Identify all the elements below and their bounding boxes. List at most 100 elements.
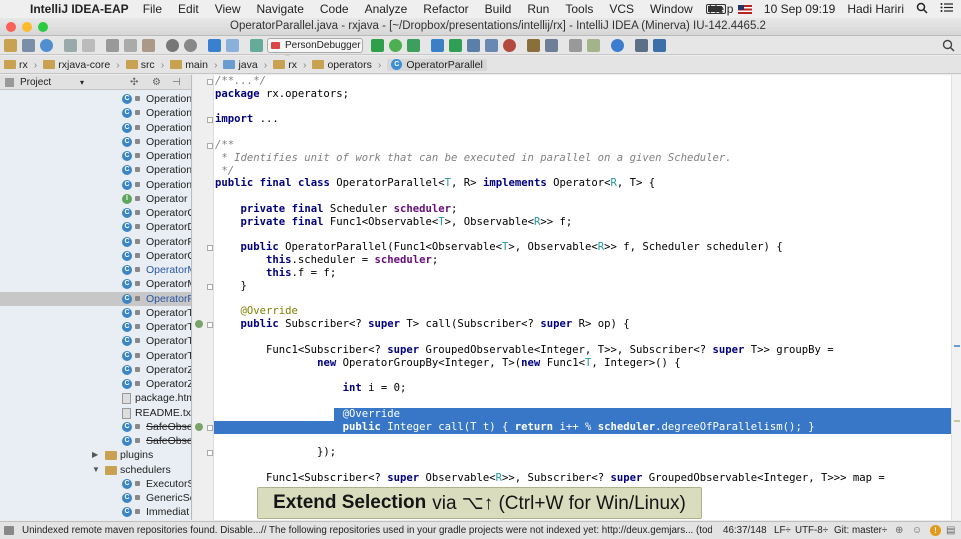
minimize-window-button[interactable] <box>22 22 32 32</box>
paste-icon[interactable] <box>142 39 155 52</box>
code-line[interactable]: public OperatorParallel(Func1<Observable… <box>215 241 783 254</box>
project-tree-item[interactable]: C OperatorM <box>0 277 191 291</box>
menu-analyze[interactable]: Analyze <box>365 2 408 16</box>
menu-edit[interactable]: Edit <box>178 2 199 16</box>
code-line[interactable]: public Integer call(T t) { return i++ % … <box>215 421 815 434</box>
project-tree-item[interactable]: ▼ schedulers <box>0 463 191 477</box>
run-configuration-select[interactable]: PersonDebugger ▾ <box>267 38 363 64</box>
menu-run[interactable]: Run <box>527 2 549 16</box>
breadcrumb-rxjava-core[interactable]: rxjava-core <box>43 59 110 71</box>
fold-marker-icon[interactable] <box>207 283 213 290</box>
menu-view[interactable]: View <box>215 2 241 16</box>
code-line[interactable]: this.f = f; <box>215 267 336 280</box>
zoom-window-button[interactable] <box>38 22 48 32</box>
override-marker-icon[interactable] <box>195 422 203 431</box>
project-tree-item[interactable]: C OperatorZ <box>0 377 191 391</box>
code-line[interactable]: int i = 0; <box>215 382 407 395</box>
status-message[interactable]: Unindexed remote maven repositories foun… <box>22 522 712 539</box>
project-tree-item[interactable]: C OperatorZ <box>0 363 191 377</box>
caret-position[interactable]: 46:37/148 <box>723 522 767 539</box>
expand-arrow-icon[interactable]: ▼ <box>92 463 100 477</box>
help-icon[interactable] <box>611 39 624 52</box>
find-icon[interactable] <box>166 39 179 52</box>
fold-marker-icon[interactable] <box>207 143 213 149</box>
lock-icon[interactable]: ⊕ <box>895 522 903 539</box>
app-menu[interactable]: IntelliJ IDEA-EAP <box>30 2 129 16</box>
vcs-update-icon[interactable] <box>431 39 444 52</box>
project-tree-item[interactable]: C OperatorT <box>0 306 191 320</box>
menu-build[interactable]: Build <box>485 2 512 16</box>
code-line[interactable]: this.scheduler = scheduler; <box>215 254 438 267</box>
tool-windows-icon[interactable] <box>4 526 14 535</box>
coverage-icon[interactable] <box>407 39 420 52</box>
breadcrumb-java[interactable]: java <box>223 59 258 71</box>
project-tree-item[interactable]: C Operation <box>0 149 191 163</box>
battery-icon[interactable] <box>705 4 726 14</box>
code-line[interactable]: @Override <box>215 305 298 318</box>
settings-icon[interactable] <box>527 39 540 52</box>
selection-marker[interactable] <box>954 345 960 347</box>
project-tree-item[interactable]: C OperatorM <box>0 263 191 277</box>
collapse-arrow-icon[interactable]: ▶ <box>92 448 98 462</box>
project-tree-item[interactable]: C OperatorC <box>0 206 191 220</box>
forward-icon[interactable] <box>226 39 239 52</box>
code-line[interactable]: */ <box>215 165 234 178</box>
menu-navigate[interactable]: Navigate <box>257 2 304 16</box>
save-icon[interactable] <box>22 39 35 52</box>
compare-icon[interactable] <box>467 39 480 52</box>
back-icon[interactable] <box>208 39 221 52</box>
code-line[interactable]: public final class OperatorParallel<T, R… <box>215 177 655 190</box>
usage-marker[interactable] <box>954 420 960 422</box>
git-branch[interactable]: Git: master÷ <box>834 522 887 539</box>
project-tree-item[interactable]: package.htm <box>0 391 191 405</box>
debug-icon[interactable] <box>389 39 402 52</box>
project-tree-item[interactable]: C OperatorF <box>0 235 191 249</box>
menu-vcs[interactable]: VCS <box>609 2 634 16</box>
menu-file[interactable]: File <box>143 2 162 16</box>
breadcrumb-operators[interactable]: operators <box>312 59 372 71</box>
fold-marker-icon[interactable] <box>207 117 213 124</box>
structure-icon[interactable] <box>545 39 558 52</box>
project-tree-item[interactable]: ▶ plugins <box>0 448 191 462</box>
scroll-from-source-icon[interactable]: ✣ <box>130 75 138 90</box>
project-tree-item[interactable]: C OperatorT <box>0 334 191 348</box>
code-line[interactable]: import ... <box>215 113 279 126</box>
copy-icon[interactable] <box>124 39 137 52</box>
android-icon[interactable] <box>587 39 600 52</box>
project-tree-item[interactable]: C SafeObse <box>0 420 191 434</box>
project-tree-item[interactable]: C OperatorG <box>0 249 191 263</box>
presentation-icon[interactable] <box>653 39 666 52</box>
project-tree-item[interactable]: C OperatorT <box>0 320 191 334</box>
user-name[interactable]: Hadi Hariri <box>847 2 904 16</box>
project-tree-item[interactable]: C Operation <box>0 178 191 192</box>
line-separator[interactable]: LF÷ <box>774 522 791 539</box>
project-tree-item[interactable]: C SafeObse <box>0 434 191 448</box>
code-line[interactable]: @Override <box>215 408 400 421</box>
code-line[interactable]: Func1<Subscriber<? super GroupedObservab… <box>215 344 834 357</box>
project-tree-item[interactable]: C Operation <box>0 121 191 135</box>
breadcrumb-operatorparallel[interactable]: C OperatorParallel <box>387 58 487 71</box>
project-panel-title[interactable]: Project <box>20 77 51 88</box>
project-tree-item[interactable]: C Operation <box>0 163 191 177</box>
fold-marker-icon[interactable] <box>207 245 213 252</box>
code-line[interactable]: Func1<Subscriber<? super Observable<R>>,… <box>215 472 885 485</box>
code-line[interactable]: private final Scheduler scheduler; <box>215 203 458 216</box>
terminal-icon[interactable] <box>635 39 648 52</box>
gear-icon[interactable]: ⚙ <box>152 75 161 90</box>
project-tree-item[interactable]: C Operation <box>0 135 191 149</box>
code-line[interactable]: /**...*/ <box>215 75 266 88</box>
code-line[interactable]: private final Func1<Observable<T>, Obser… <box>215 216 573 229</box>
project-tree-item[interactable]: C OperatorT <box>0 349 191 363</box>
project-tree-item[interactable]: C Operation <box>0 106 191 120</box>
editor-error-stripe[interactable] <box>951 75 961 520</box>
profile-icon[interactable] <box>485 39 498 52</box>
code-line[interactable]: package rx.operators; <box>215 88 349 101</box>
spotlight-search-icon[interactable] <box>916 2 928 17</box>
input-source-flag-icon[interactable] <box>737 4 752 14</box>
menu-window[interactable]: Window <box>650 2 693 16</box>
inspector-icon[interactable]: ☺ <box>912 522 922 539</box>
code-line[interactable]: new OperatorGroupBy<Integer, T>(new Func… <box>215 357 681 370</box>
chevron-down-icon[interactable]: ▾ <box>80 75 84 90</box>
fold-marker-icon[interactable] <box>207 79 213 85</box>
project-tree-item[interactable]: C GenericSc <box>0 491 191 505</box>
